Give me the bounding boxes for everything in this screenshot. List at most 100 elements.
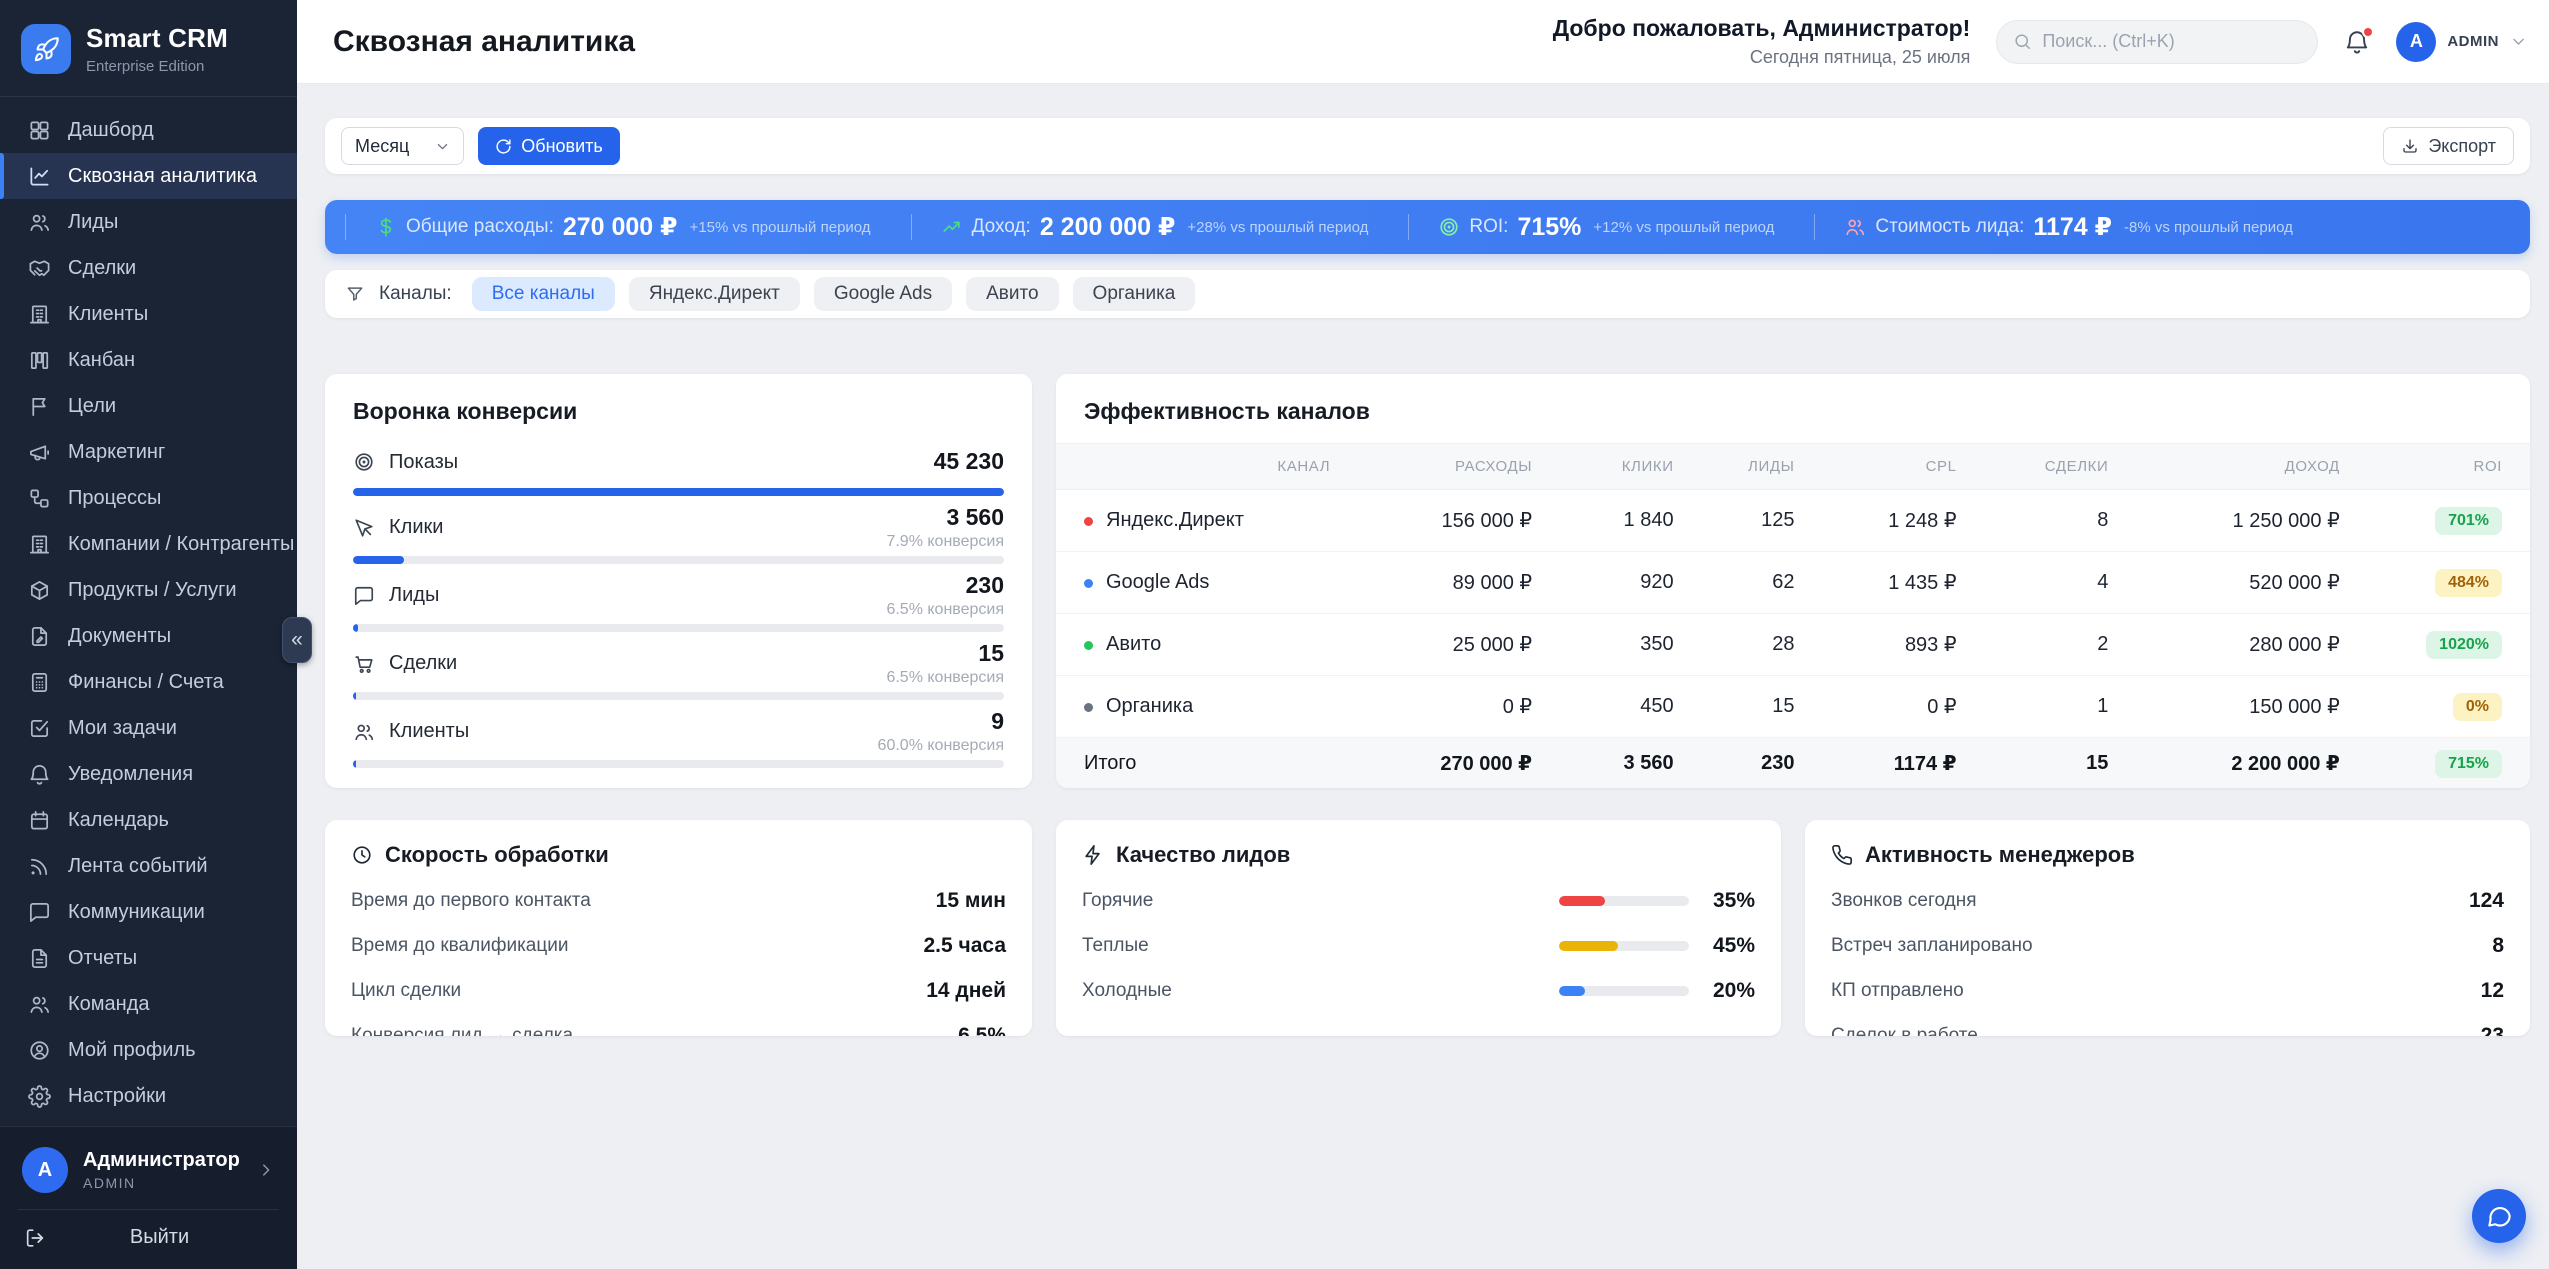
dashboard-icon [28, 119, 51, 142]
channel-chip[interactable]: Google Ads [814, 277, 952, 311]
sidebar-item[interactable]: Коммуникации [0, 889, 297, 935]
stat-row: Сделок в работе 23 [1831, 1024, 2504, 1036]
refresh-button[interactable]: Обновить [478, 127, 620, 165]
column-header[interactable]: РАСХОДЫ [1358, 444, 1560, 490]
sidebar-item[interactable]: Финансы / Счета [0, 659, 297, 705]
sidebar-item[interactable]: Отчеты [0, 935, 297, 981]
sidebar-footer: A Администратор ADMIN Выйти [0, 1126, 297, 1269]
sidebar-item[interactable]: Цели [0, 383, 297, 429]
channel-row[interactable]: Авито 25 000 ₽ 350 28 893 ₽ 2 280 000 ₽ … [1056, 614, 2530, 676]
users-icon [28, 993, 51, 1016]
report-icon [28, 947, 51, 970]
logout-button[interactable]: Выйти [18, 1209, 279, 1255]
sidebar-item-label: Сквозная аналитика [68, 165, 257, 188]
target-icon [353, 451, 375, 473]
column-header[interactable]: CPL [1822, 444, 1984, 490]
kpi-trend: +15% vs прошлый период [690, 219, 871, 236]
stat-label: Время до квалификации [351, 935, 568, 957]
funnel-stage-bar-fill [353, 488, 1004, 496]
avatar: A [2396, 22, 2436, 62]
channel-row[interactable]: Яндекс.Директ 156 000 ₽ 1 840 125 1 248 … [1056, 490, 2530, 552]
sidebar-item[interactable]: Клиенты [0, 291, 297, 337]
channel-row[interactable]: Органика 0 ₽ 450 15 0 ₽ 1 150 000 ₽ 0% [1056, 676, 2530, 738]
period-select[interactable]: Месяц [341, 127, 464, 165]
funnel-stage-label: Клики [389, 516, 443, 539]
sidebar-item[interactable]: Продукты / Услуги [0, 567, 297, 613]
notifications-button[interactable] [2344, 29, 2370, 55]
stat-label: Цикл сделки [351, 980, 461, 1002]
channel-chip[interactable]: Авито [966, 277, 1058, 311]
sidebar-item[interactable]: Команда [0, 981, 297, 1027]
sidebar: Smart CRM Enterprise Edition Дашборд Скв… [0, 0, 297, 1269]
export-button[interactable]: Экспорт [2383, 127, 2514, 165]
phone-icon [1831, 844, 1853, 866]
cell-spend: 0 ₽ [1358, 676, 1560, 738]
total-revenue: 2 200 000 ₽ [2136, 738, 2367, 789]
sidebar-item[interactable]: Дашборд [0, 107, 297, 153]
cell-clicks: 920 [1560, 552, 1702, 614]
sidebar-item[interactable]: Маркетинг [0, 429, 297, 475]
sidebar-collapse-button[interactable]: « [282, 617, 312, 663]
users-icon [1844, 216, 1866, 238]
funnel-stage: Клики 3 560 7.9% конверсия [353, 504, 1004, 564]
sidebar-item[interactable]: Процессы [0, 475, 297, 521]
sidebar-item[interactable]: Календарь [0, 797, 297, 843]
sidebar-item[interactable]: Сквозная аналитика [0, 153, 297, 199]
flag-icon [28, 395, 51, 418]
sidebar-item[interactable]: Мой профиль [0, 1027, 297, 1073]
cell-revenue: 1 250 000 ₽ [2136, 490, 2367, 552]
funnel-stage-label: Клиенты [389, 720, 469, 743]
roi-badge: 701% [2435, 507, 2502, 535]
stat-value: 14 дней [926, 979, 1006, 1003]
column-header[interactable]: ROI [2368, 444, 2530, 490]
channel-row[interactable]: Google Ads 89 000 ₽ 920 62 1 435 ₽ 4 520… [1056, 552, 2530, 614]
sidebar-item-label: Клиенты [68, 303, 148, 326]
sidebar-item[interactable]: Компании / Контрагенты [0, 521, 297, 567]
column-header[interactable]: СДЕЛКИ [1985, 444, 2137, 490]
chat-fab-button[interactable] [2472, 1189, 2526, 1243]
chevron-down-icon [2510, 33, 2527, 50]
sidebar-item-label: Канбан [68, 349, 135, 372]
sidebar-item[interactable]: Сделки [0, 245, 297, 291]
sidebar-item[interactable]: Документы [0, 613, 297, 659]
sidebar-item[interactable]: Уведомления [0, 751, 297, 797]
channel-chip[interactable]: Органика [1073, 277, 1196, 311]
sidebar-item-label: Коммуникации [68, 901, 205, 924]
quality-bar [1559, 941, 1689, 951]
sidebar-user[interactable]: A Администратор ADMIN [18, 1139, 279, 1209]
channel-chip[interactable]: Все каналы [472, 277, 615, 311]
calculator-icon [28, 671, 51, 694]
sidebar-item[interactable]: Канбан [0, 337, 297, 383]
app-logo: Smart CRM Enterprise Edition [0, 0, 297, 97]
welcome-text: Добро пожаловать, Администратор! [1553, 15, 1971, 42]
cell-cpl: 0 ₽ [1822, 676, 1984, 738]
cell-leads: 28 [1702, 614, 1823, 676]
sidebar-item[interactable]: Настройки [0, 1073, 297, 1119]
column-header[interactable]: КЛИКИ [1560, 444, 1702, 490]
sidebar-item[interactable]: Лиды [0, 199, 297, 245]
total-spend: 270 000 ₽ [1358, 738, 1560, 789]
channel-chips: Все каналы Яндекс.Директ Google Ads Авит… [472, 277, 1196, 311]
cell-deals: 8 [1985, 490, 2137, 552]
sidebar-item-label: Уведомления [68, 763, 193, 786]
column-header[interactable]: ЛИДЫ [1702, 444, 1823, 490]
sidebar-item[interactable]: Мои задачи [0, 705, 297, 751]
global-search[interactable] [1996, 20, 2318, 64]
column-header[interactable]: ДОХОД [2136, 444, 2367, 490]
channel-chip[interactable]: Яндекс.Директ [629, 277, 800, 311]
building-icon [28, 303, 51, 326]
cell-deals: 1 [1985, 676, 2137, 738]
funnel-title: Воронка конверсии [353, 398, 1004, 425]
deals-icon [28, 257, 51, 280]
search-input[interactable] [2042, 31, 2301, 52]
funnel-list: Показы 45 230 [353, 441, 1004, 768]
quality-percent: 45% [1703, 934, 1755, 958]
sidebar-item[interactable]: Лента событий [0, 843, 297, 889]
quality-label: Горячие [1082, 890, 1153, 912]
funnel-stage-value: 45 230 [934, 448, 1004, 475]
account-menu[interactable]: A ADMIN [2396, 22, 2527, 62]
column-header[interactable]: КАНАЛ [1056, 444, 1358, 490]
welcome-block: Добро пожаловать, Администратор! Сегодня… [1553, 15, 1971, 68]
export-label: Экспорт [2428, 136, 2496, 157]
stat-label: Звонков сегодня [1831, 890, 1976, 912]
